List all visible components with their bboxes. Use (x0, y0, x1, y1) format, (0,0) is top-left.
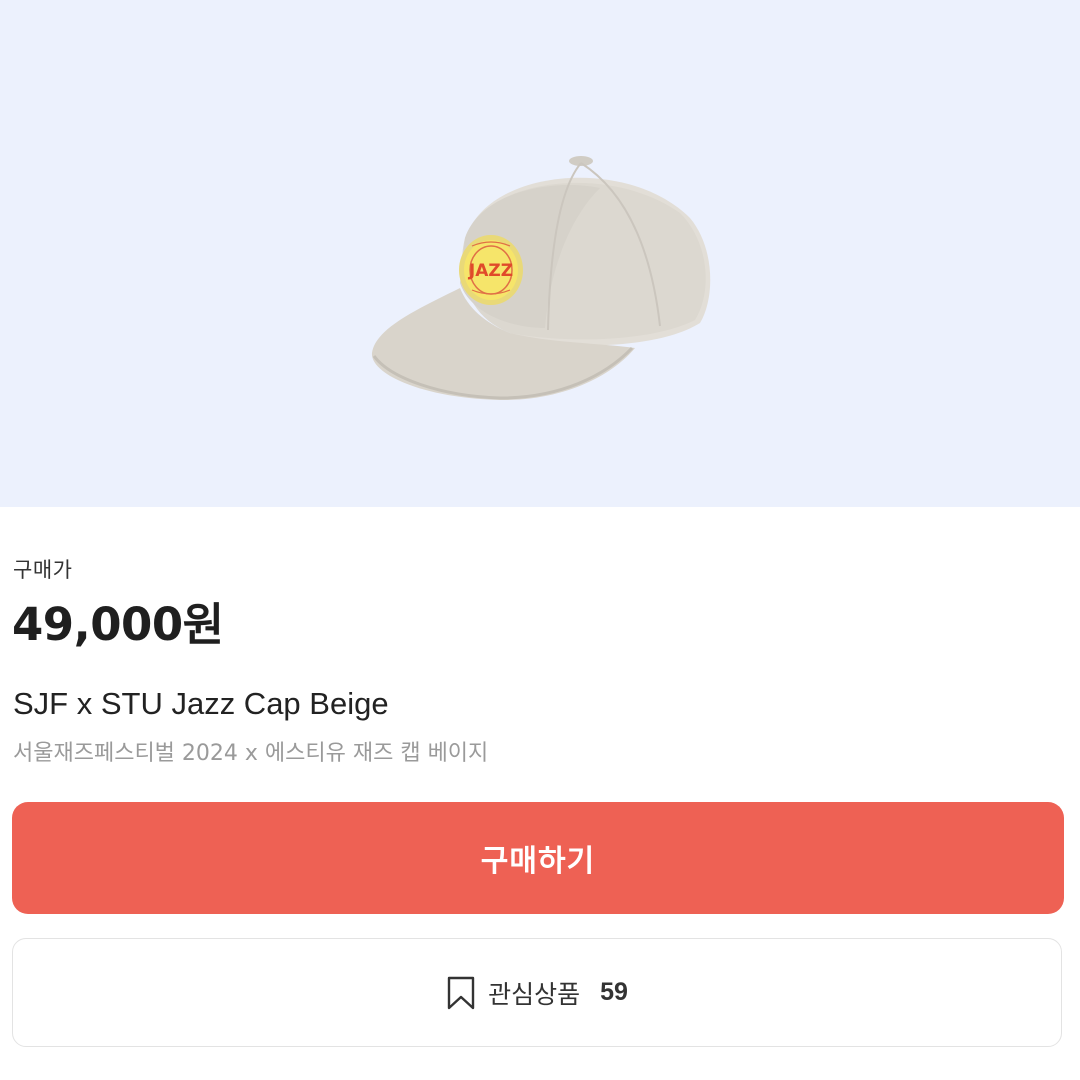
wishlist-label: 관심상품 (488, 980, 581, 1009)
patch-text: JAZZ (468, 261, 513, 281)
product-page: JAZZ 구매가 49,000원 SJF x STU Jazz Cap Beig… (0, 0, 1080, 1080)
wishlist-count: 59 (600, 978, 628, 1006)
wishlist-button[interactable]: 관심상품 59 (12, 938, 1062, 1047)
product-name: SJF x STU Jazz Cap Beige (13, 686, 389, 721)
price-label: 구매가 (13, 558, 73, 582)
product-image[interactable]: JAZZ (0, 0, 1080, 507)
bookmark-icon (446, 976, 476, 1010)
cap-image: JAZZ (371, 156, 711, 401)
buy-button[interactable]: 구매하기 (12, 802, 1064, 914)
buy-button-label: 구매하기 (480, 845, 596, 878)
product-subname: 서울재즈페스티벌 2024 x 에스티유 재즈 캡 베이지 (13, 741, 489, 766)
price-value: 49,000원 (12, 598, 224, 651)
